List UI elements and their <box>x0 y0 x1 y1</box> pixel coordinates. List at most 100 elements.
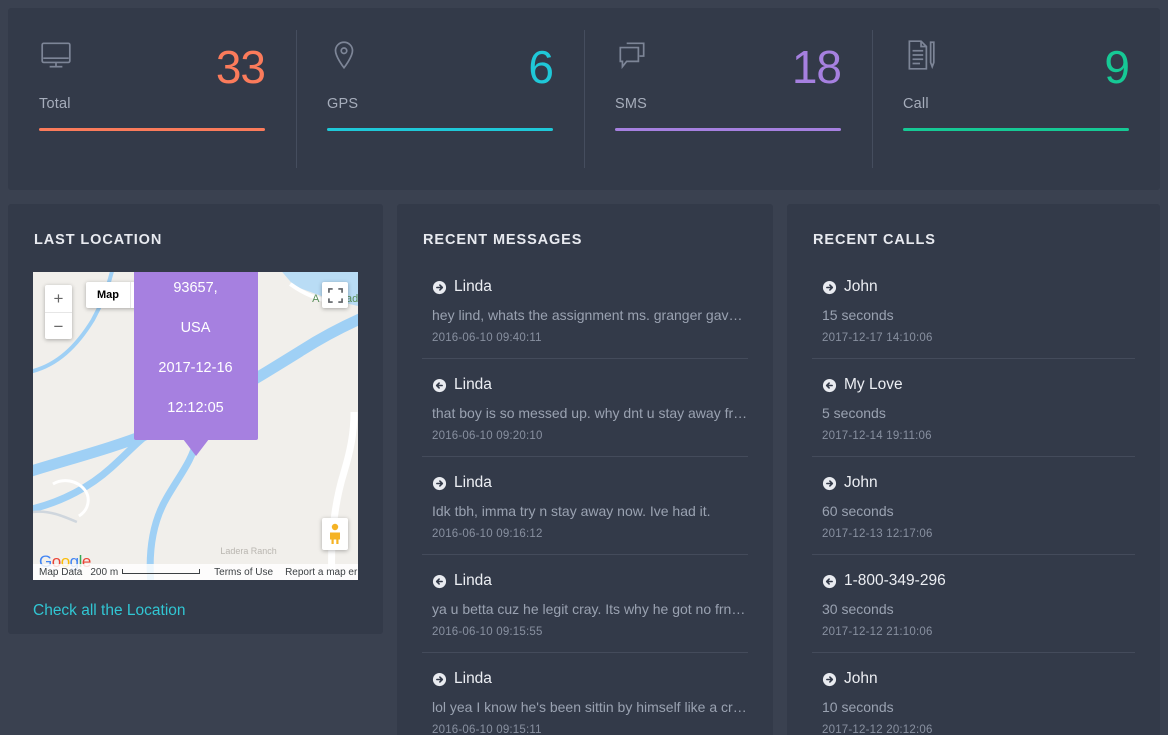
list-item[interactable]: Linda lol yea I know he's been sittin by … <box>422 653 748 735</box>
bubble-date: 2017-12-16 <box>140 348 252 388</box>
list-item-detail: that boy is so messed up. why dnt u stay… <box>432 405 748 421</box>
recent-calls-panel: RECENT CALLS John15 seconds2017-12-17 14… <box>787 204 1160 735</box>
map-canvas[interactable]: A ad ep Ladera Ranch + − Map Satellite <box>33 272 358 580</box>
stat-label-gps: GPS <box>327 96 553 112</box>
list-item[interactable]: John 10 seconds 2017-12-12 20:12:06 <box>812 653 1135 735</box>
arrow-circle-left-icon <box>432 378 447 393</box>
list-item-timestamp: 2016-06-10 09:15:11 <box>432 724 748 735</box>
list-item-name: Linda <box>454 572 492 590</box>
stat-card-total[interactable]: 33 Total <box>8 8 296 190</box>
list-item-timestamp: 2017-12-14 19:11:06 <box>822 430 1135 442</box>
last-location-title: LAST LOCATION <box>8 204 383 248</box>
list-item-header: John <box>812 670 1135 688</box>
recent-messages-title: RECENT MESSAGES <box>397 204 773 248</box>
list-item-header: 1-800-349-296 <box>812 572 1135 590</box>
map-report-error-link[interactable]: Report a map error <box>285 567 358 578</box>
list-item-detail: 15 seconds <box>822 307 1135 323</box>
monitor-icon <box>39 38 73 72</box>
list-item-detail: 30 seconds <box>822 601 1135 617</box>
map-zoom-in-button[interactable]: + <box>45 285 72 312</box>
list-item-header: Linda <box>422 572 748 590</box>
list-item[interactable]: John 60 seconds 2017-12-13 12:17:06 <box>812 457 1135 555</box>
last-location-panel: LAST LOCATION A ad ep Ladera Ranc <box>8 204 383 634</box>
list-item-name: John <box>844 670 878 688</box>
map-scale-label: 200 m <box>90 567 118 578</box>
list-item-name: John <box>844 278 878 296</box>
map-terms-link[interactable]: Terms of Use <box>214 567 273 578</box>
messages-list: Lindahey lind, whats the assignment ms. … <box>397 261 773 735</box>
map-zoom-out-button[interactable]: − <box>45 312 72 339</box>
pegman-icon <box>327 523 343 545</box>
list-item[interactable]: 1-800-349-296 30 seconds 2017-12-12 21:10:… <box>812 555 1135 653</box>
stat-card-sms[interactable]: 18 SMS <box>584 8 872 190</box>
stat-label-sms: SMS <box>615 96 841 112</box>
list-item-timestamp: 2017-12-13 12:17:06 <box>822 528 1135 540</box>
bubble-address: 93657, <box>140 272 252 308</box>
list-item-name: My Love <box>844 376 903 394</box>
list-item-timestamp: 2017-12-17 14:10:06 <box>822 332 1135 344</box>
bubble-time: 12:12:05 <box>140 388 252 428</box>
list-item-name: John <box>844 474 878 492</box>
arrow-circle-right-icon <box>822 672 837 687</box>
stat-label-total: Total <box>39 96 265 112</box>
list-item-detail: 10 seconds <box>822 699 1135 715</box>
map-footer: Map Data 200 m Terms of Use Report a map… <box>33 564 358 580</box>
chat-bubbles-icon <box>615 38 649 72</box>
fullscreen-icon <box>328 288 343 303</box>
map-street-view-button[interactable] <box>322 518 348 550</box>
stat-label-call: Call <box>903 96 1129 112</box>
list-item-timestamp: 2017-12-12 20:12:06 <box>822 724 1135 735</box>
list-item-header: John <box>812 278 1135 296</box>
stat-card-call[interactable]: 9 Call <box>872 8 1160 190</box>
list-item[interactable]: My Love 5 seconds 2017-12-14 19:11:06 <box>812 359 1135 457</box>
list-item-detail: 60 seconds <box>822 503 1135 519</box>
list-item[interactable]: Lindathat boy is so messed up. why dnt u… <box>422 359 748 457</box>
stats-summary-card: 33 Total 6 GPS <box>8 8 1160 190</box>
list-item-name: Linda <box>454 278 492 296</box>
list-item[interactable]: Lindahey lind, whats the assignment ms. … <box>422 261 748 359</box>
stat-bar-sms <box>615 128 841 131</box>
map-scale-bar <box>122 569 200 574</box>
list-item-timestamp: 2016-06-10 09:40:11 <box>432 332 748 344</box>
document-pen-icon <box>903 38 937 72</box>
arrow-circle-left-icon <box>432 574 447 589</box>
map-pin-icon <box>327 38 361 72</box>
check-all-location-link[interactable]: Check all the Location <box>33 602 186 620</box>
list-item-timestamp: 2016-06-10 09:20:10 <box>432 430 748 442</box>
map-data-label: Map Data <box>33 567 82 578</box>
map-type-map-button[interactable]: Map <box>86 282 130 308</box>
list-item-detail: lol yea I know he's been sittin by himse… <box>432 699 748 715</box>
arrow-circle-left-icon <box>822 574 837 589</box>
list-item-header: Linda <box>422 278 748 296</box>
list-item-name: 1-800-349-296 <box>844 572 946 590</box>
list-item-header: John <box>812 474 1135 492</box>
list-item-timestamp: 2016-06-10 09:15:55 <box>432 626 748 638</box>
list-item-name: Linda <box>454 670 492 688</box>
list-item[interactable]: John 15 seconds 2017-12-17 14:10:06 <box>812 261 1135 359</box>
stat-bar-gps <box>327 128 553 131</box>
stat-value-gps: 6 <box>528 44 553 90</box>
list-item-detail: ya u betta cuz he legit cray. Its why he… <box>432 601 748 617</box>
location-info-bubble: 93657, USA 2017-12-16 12:12:05 <box>134 272 258 440</box>
stat-bar-call <box>903 128 1129 131</box>
stat-value-total: 33 <box>216 44 265 90</box>
list-item[interactable]: LindaIdk tbh, imma try n stay away now. … <box>422 457 748 555</box>
bubble-country: USA <box>140 308 252 348</box>
svg-text:A: A <box>312 293 320 305</box>
map-fullscreen-button[interactable] <box>322 282 348 308</box>
arrow-circle-right-icon <box>822 280 837 295</box>
arrow-circle-right-icon <box>432 672 447 687</box>
map-zoom-controls[interactable]: + − <box>45 285 72 339</box>
stat-bar-total <box>39 128 265 131</box>
recent-messages-panel: RECENT MESSAGES Lindahey lind, whats the… <box>397 204 773 735</box>
arrow-circle-right-icon <box>822 476 837 491</box>
stat-card-gps[interactable]: 6 GPS <box>296 8 584 190</box>
list-item[interactable]: Linda ya u betta cuz he legit cray. Its w… <box>422 555 748 653</box>
stat-value-call: 9 <box>1104 44 1129 90</box>
list-item-detail: 5 seconds <box>822 405 1135 421</box>
list-item-timestamp: 2017-12-12 21:10:06 <box>822 626 1135 638</box>
svg-text:Ladera Ranch: Ladera Ranch <box>220 546 276 556</box>
list-item-header: Linda <box>422 670 748 688</box>
arrow-circle-right-icon <box>432 280 447 295</box>
list-item-timestamp: 2016-06-10 09:16:12 <box>432 528 748 540</box>
